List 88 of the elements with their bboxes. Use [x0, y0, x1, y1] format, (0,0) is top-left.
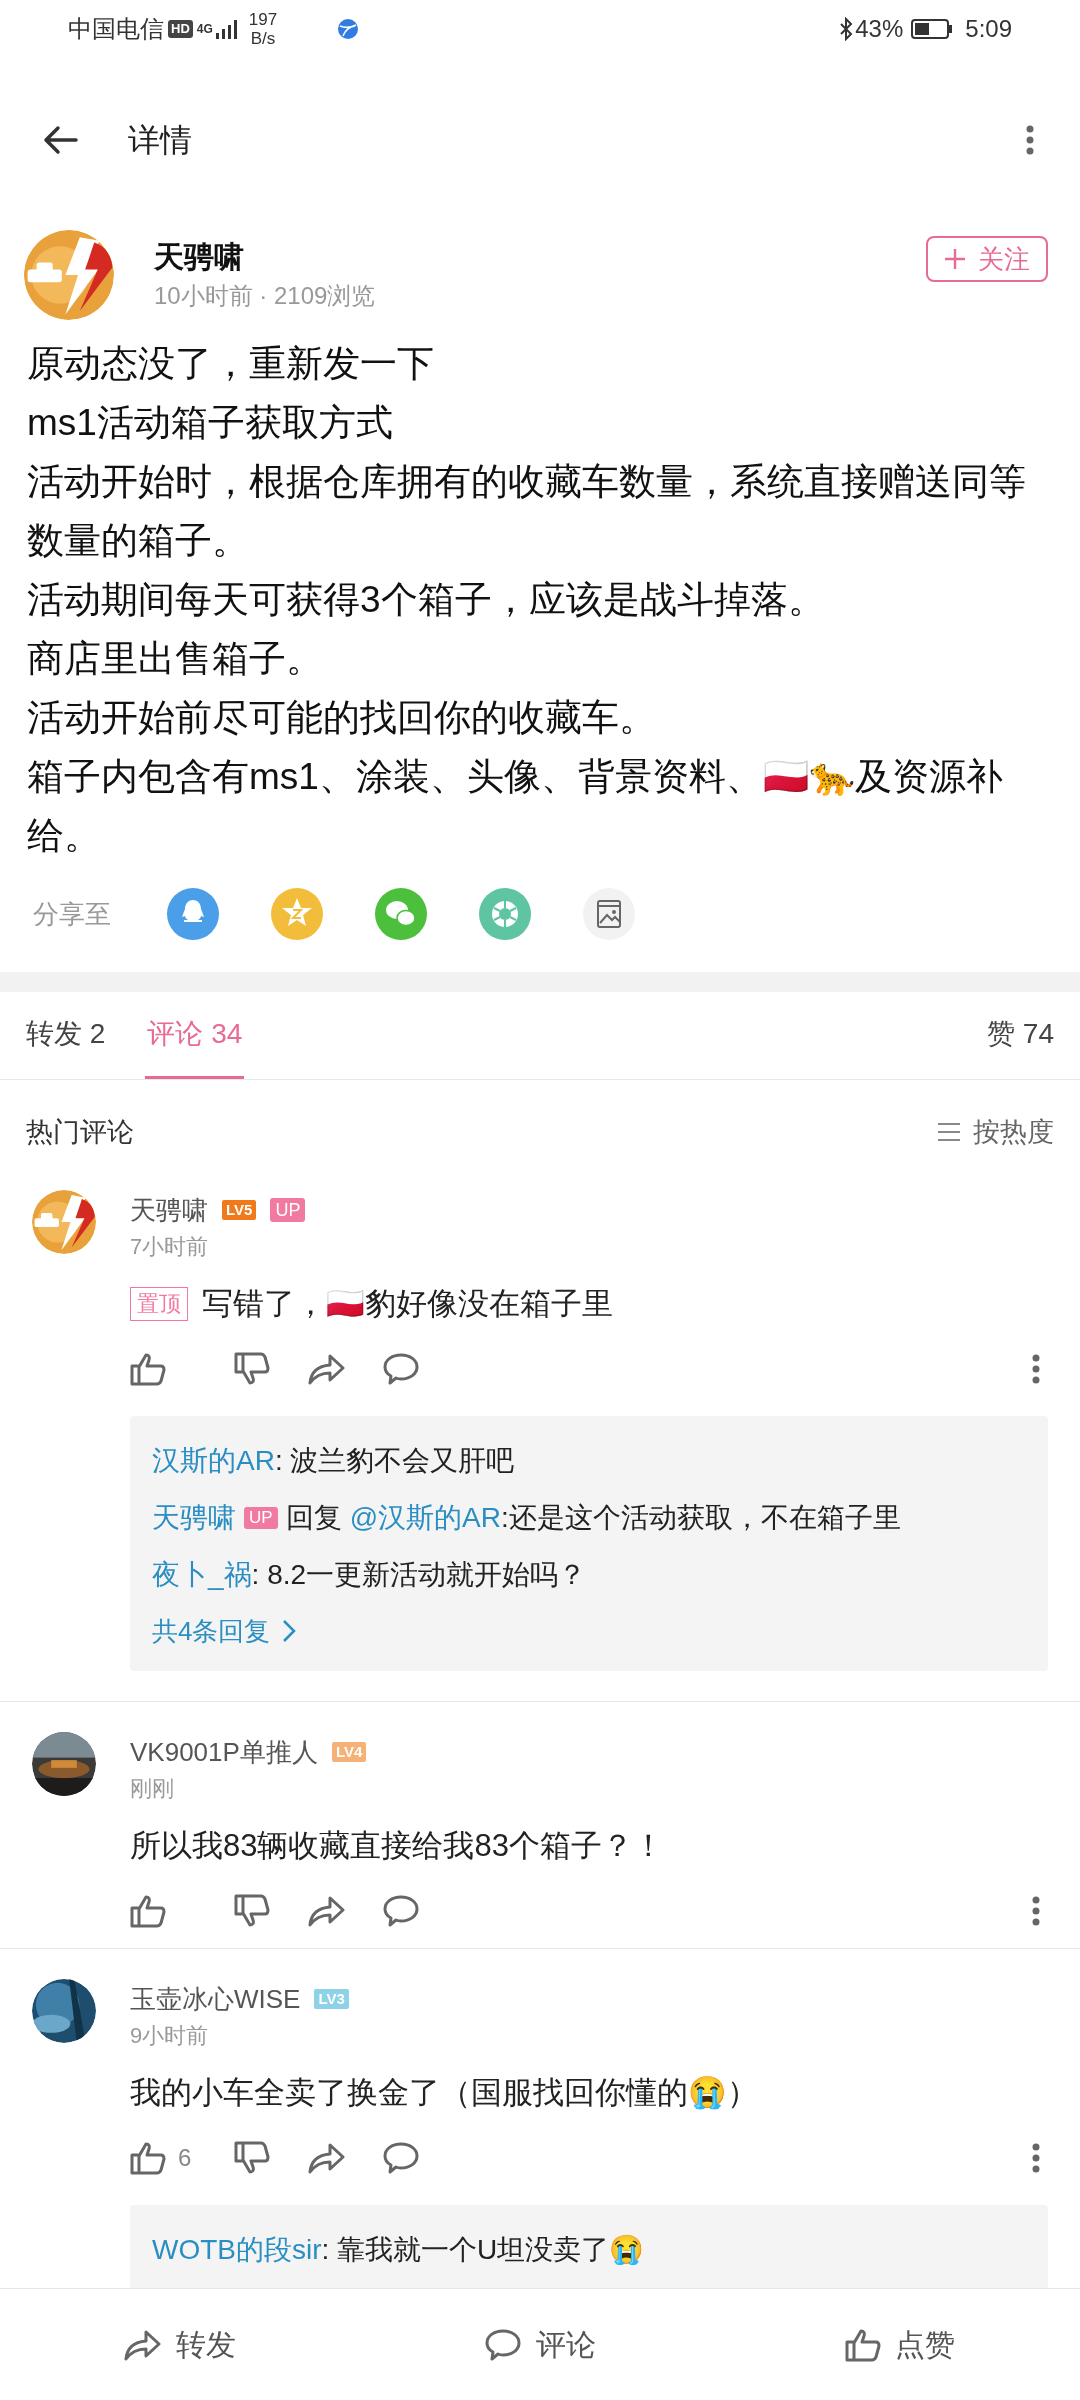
- post-paragraph: 活动开始前尽可能的找回你的收藏车。: [27, 696, 657, 740]
- speech-bubble-icon: [382, 2141, 420, 2175]
- comment-button[interactable]: 评论: [484, 2322, 596, 2367]
- reply-author[interactable]: WOTB的段sir: [152, 2229, 322, 2271]
- level-badge: LV5: [222, 1200, 257, 1220]
- chevron-right-icon: [282, 1619, 297, 1643]
- mention-link[interactable]: @汉斯的AR: [349, 1497, 501, 1539]
- reply-label: 回复: [285, 1501, 342, 1535]
- tab[interactable]: 评论 34: [145, 992, 245, 1079]
- commenter-name: 玉壶冰心WISE: [130, 1982, 301, 2016]
- share-label: 分享至: [33, 897, 111, 931]
- section-title: 热门评论: [26, 1115, 135, 1149]
- more-icon: [1032, 1896, 1040, 1926]
- battery-percent: 43%: [855, 14, 904, 44]
- comment-time: 9小时前: [130, 2022, 210, 2050]
- more-icon: [1032, 2143, 1040, 2173]
- thumbs-up-icon: [845, 2327, 881, 2362]
- speech-bubble-icon: [484, 2327, 522, 2362]
- thumbs-down-icon: [234, 1894, 270, 1928]
- more-icon: [1026, 125, 1034, 155]
- more-icon: [1032, 1354, 1040, 1384]
- follow-button[interactable]: 关注: [926, 236, 1048, 282]
- view-replies-link[interactable]: 共4条回复: [152, 1611, 1026, 1651]
- comment-text: 所以我83辆收藏直接给我83个箱子？！: [130, 1827, 664, 1865]
- post-paragraph: 商店里出售箱子。: [27, 637, 324, 681]
- image-icon[interactable]: [583, 888, 635, 940]
- like-button[interactable]: 6: [130, 2140, 234, 2176]
- thumbs-up-icon: [130, 1894, 166, 1928]
- pinned-badge: 置顶: [130, 1287, 188, 1321]
- penguin-icon[interactable]: [167, 888, 219, 940]
- up-badge: UP: [270, 1198, 306, 1222]
- page-title: 详情: [128, 121, 193, 160]
- bluetooth-icon: [839, 17, 854, 41]
- post-paragraph: 活动开始时，根据仓库拥有的收藏车数量，系统直接赠送同等数量的箱子。: [27, 460, 1027, 563]
- reply-text: : 靠我就一个U坦没卖了😭: [321, 2233, 645, 2267]
- share-arrow-icon: [308, 1353, 346, 1385]
- share-arrow-icon: [124, 2328, 162, 2361]
- more-button[interactable]: [1032, 2143, 1040, 2173]
- thumbs-up-icon: [130, 1352, 166, 1386]
- more-button[interactable]: [1032, 1354, 1040, 1384]
- comment-text: 写错了，🇵🇱豹好像没在箱子里: [202, 1285, 613, 1323]
- like-button[interactable]: 点赞: [845, 2322, 955, 2367]
- share-button[interactable]: 转发: [124, 2322, 236, 2367]
- reply-button[interactable]: [382, 2141, 420, 2175]
- reply-author[interactable]: 天骋啸: [152, 1497, 236, 1539]
- battery-icon: [911, 18, 954, 40]
- speech-bubble-icon: [382, 1352, 420, 1386]
- commenter-name: 天骋啸: [130, 1193, 208, 1227]
- level-badge: LV4: [331, 1742, 367, 1762]
- post-meta: 10小时前 · 2109浏览: [154, 281, 377, 311]
- plus-icon: [944, 248, 966, 270]
- hd-badge: HD: [168, 20, 193, 38]
- network-type: 4G: [196, 23, 213, 35]
- reply-author[interactable]: 夜卜_祸: [152, 1554, 252, 1596]
- reply-text: : 波兰豹不会又肝吧: [274, 1444, 515, 1478]
- back-arrow-icon: [42, 125, 78, 155]
- network-speed: 197: [248, 10, 278, 29]
- post-paragraph: 箱子内包含有ms1、涂装、头像、背景资料、🇵🇱🐆及资源补给。: [27, 755, 1004, 858]
- reply-button[interactable]: [382, 1352, 420, 1386]
- speech-bubble-icon: [382, 1894, 420, 1928]
- reply-text: :还是这个活动获取，不在箱子里: [500, 1501, 901, 1535]
- thumbs-down-icon: [234, 1352, 270, 1386]
- carrier-name: 中国电信: [68, 14, 164, 44]
- post-paragraph: 原动态没了，重新发一下: [27, 342, 435, 386]
- comment-text: 我的小车全卖了换金了（国服找回你懂的😭）: [130, 2074, 758, 2112]
- speed-unit: B/s: [250, 29, 276, 48]
- author-name: 天骋啸: [154, 239, 245, 275]
- more-button[interactable]: [1032, 1896, 1040, 1926]
- post-paragraph: ms1活动箱子获取方式: [27, 401, 394, 445]
- share-arrow-icon: [308, 2142, 346, 2174]
- clock-time: 5:09: [965, 14, 1012, 44]
- globe-icon: [337, 18, 360, 40]
- post-paragraph: 活动期间每天可获得3个箱子，应该是战斗掉落。: [27, 578, 826, 622]
- reply-button[interactable]: [382, 1894, 420, 1928]
- comment-time: 7小时前: [130, 1233, 210, 1261]
- sort-button[interactable]: 按热度: [937, 1111, 1054, 1153]
- up-badge: UP: [244, 1507, 278, 1529]
- comment-time: 刚刚: [130, 1775, 175, 1803]
- list-icon: [937, 1122, 961, 1142]
- commenter-name: VK9001P单推人: [130, 1735, 318, 1769]
- reply-author[interactable]: 汉斯的AR: [152, 1440, 275, 1482]
- thumbs-up-icon: [130, 2141, 166, 2175]
- level-badge: LV3: [314, 1989, 349, 2009]
- reply-text: : 8.2一更新活动就开始吗？: [251, 1558, 587, 1592]
- tab[interactable]: 赞 74: [987, 992, 1054, 1079]
- tab[interactable]: 转发 2: [26, 992, 106, 1079]
- share-arrow-icon: [308, 1895, 346, 1927]
- thumbs-down-icon: [234, 2141, 270, 2175]
